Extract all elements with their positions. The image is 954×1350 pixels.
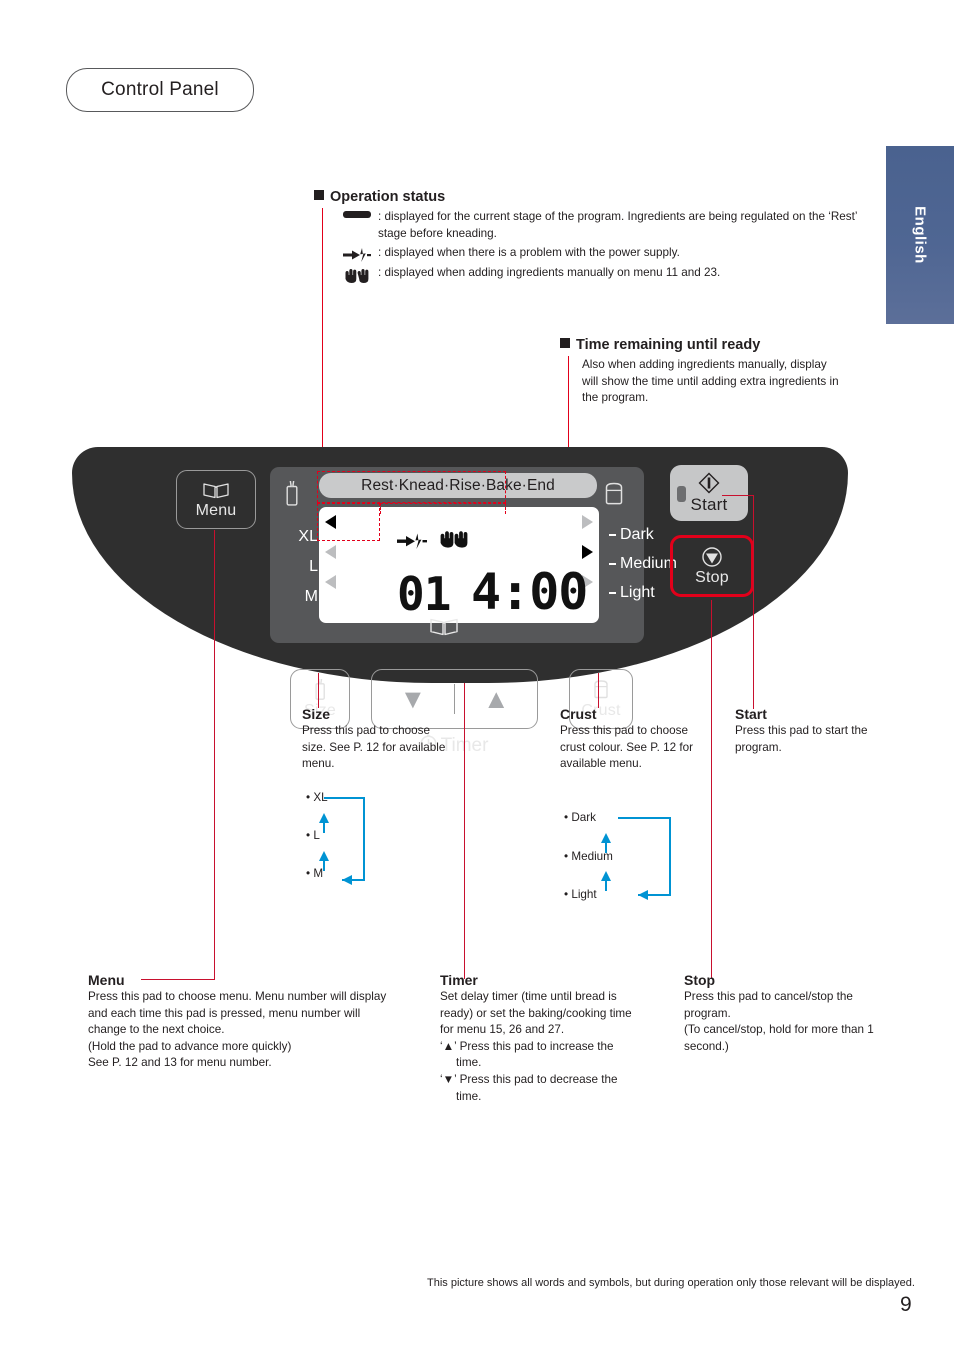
menu-annotation-title: Menu	[88, 972, 125, 988]
hands-icon	[336, 265, 378, 284]
stop-annotation-text: Press this pad to cancel/stop the progra…	[684, 990, 874, 1053]
highlight-box-stage	[317, 471, 506, 503]
progress-bar-icon	[336, 209, 378, 219]
start-annotation: Start Press this pad to start the progra…	[735, 706, 875, 756]
lcd-size-label-l: L	[270, 559, 327, 575]
menu-annotation: Menu Press this pad to choose menu. Menu…	[88, 972, 388, 1072]
highlight-box-time	[380, 503, 506, 514]
lcd-book-icon	[430, 617, 458, 641]
language-tab-label: English	[911, 206, 929, 264]
lcd-crust-labels: Dark Medium Light	[609, 527, 677, 614]
lcd-size-label-m: M	[270, 589, 327, 605]
bread-icon	[592, 680, 610, 700]
loaf-icon	[312, 678, 329, 700]
timer-up-label: ▲	[482, 683, 510, 714]
crust-cycle-arrows	[601, 817, 671, 900]
crust-annotation-title: Crust	[560, 706, 597, 722]
leader-line-timer	[464, 683, 466, 979]
lcd-size-labels: XL L M	[270, 529, 327, 619]
start-annotation-text: Press this pad to start the program.	[735, 724, 868, 754]
stop-annotation: Stop Press this pad to cancel/stop the p…	[684, 972, 884, 1055]
highlight-box-operation-status	[317, 503, 380, 541]
operation-status-item: : displayed for the current stage of the…	[336, 209, 874, 242]
leader-line-crust	[598, 673, 600, 708]
timer-annotation-up-line: ‘▲’ Press this pad to increase the time.	[440, 1039, 614, 1070]
leader-line-stop	[711, 600, 713, 979]
crust-bread-icon	[603, 481, 625, 512]
leader-line-start	[753, 495, 755, 709]
menu-button-label: Menu	[195, 502, 237, 519]
operation-status-block: Operation status : displayed for the cur…	[314, 188, 874, 285]
start-indicator-led	[677, 486, 686, 502]
page-title: Control Panel	[66, 68, 254, 112]
timer-annotation: Timer Set delay timer (time until bread …	[440, 972, 640, 1105]
size-annotation-text: Press this pad to choose size. See P. 12…	[302, 724, 446, 771]
crust-annotation: Crust Press this pad to choose crust col…	[560, 706, 700, 773]
lcd-menu-number: 01	[397, 567, 451, 621]
time-remaining-heading: Time remaining until ready	[560, 336, 860, 354]
stop-button[interactable]: Stop	[670, 535, 754, 597]
stop-annotation-title: Stop	[684, 972, 716, 988]
manual-page: Control Panel English Operation status :…	[0, 0, 954, 1350]
lcd-size-label-xl: XL	[270, 529, 327, 545]
start-button-label: Start	[690, 495, 728, 514]
crust-annotation-text: Press this pad to choose crust colour. S…	[560, 724, 693, 771]
lcd-crust-arrow-medium	[582, 545, 593, 559]
power-plug-indicator-icon	[397, 533, 429, 555]
start-button[interactable]: Start	[670, 465, 748, 521]
operation-status-item-text: : displayed for the current stage of the…	[378, 210, 858, 240]
leader-line-size	[318, 673, 320, 708]
start-annotation-title: Start	[735, 706, 767, 722]
time-remaining-block: Time remaining until ready Also when add…	[560, 336, 860, 407]
menu-button[interactable]: Menu	[176, 470, 256, 529]
bullet-square-icon	[560, 338, 570, 348]
stop-button-label: Stop	[695, 568, 729, 586]
timer-up-button[interactable]: ▲	[455, 683, 537, 714]
page-title-text: Control Panel	[101, 79, 219, 100]
leader-line-operation-status	[322, 208, 324, 470]
bullet-square-icon	[314, 190, 324, 200]
size-cycle-arrows	[319, 797, 365, 885]
control-panel: Menu Rest·Knead·Rise·Bake·End XL L M Dar…	[72, 447, 848, 756]
timer-annotation-down-line: ‘▼’ Press this pad to decrease the time.	[440, 1073, 618, 1103]
lcd-size-arrow-l	[325, 545, 336, 559]
leader-line-start-h	[722, 495, 754, 497]
operation-status-item-text: : displayed when there is a problem with…	[378, 245, 680, 259]
lcd-crust-label-light: Light	[609, 585, 677, 601]
page-number: 9	[900, 1293, 912, 1316]
lcd-time-value: 4:00	[471, 563, 588, 621]
time-remaining-text: Also when adding ingredients manually, d…	[582, 358, 839, 405]
lcd-crust-label-medium: Medium	[609, 556, 677, 572]
footer-note: This picture shows all words and symbols…	[427, 1277, 915, 1289]
size-annotation-title: Size	[302, 706, 331, 722]
lcd-crust-label-dark: Dark	[609, 527, 677, 543]
timer-annotation-text: Set delay timer (time until bread is rea…	[440, 990, 632, 1037]
leader-line-menu	[214, 530, 216, 979]
operation-status-item: : displayed when adding ingredients manu…	[336, 265, 874, 284]
start-diamond-icon	[698, 472, 720, 494]
power-plug-icon	[336, 245, 378, 263]
operation-status-heading: Operation status	[314, 188, 874, 206]
size-annotation: Size Press this pad to choose size. See …	[302, 706, 452, 773]
timer-annotation-title: Timer	[440, 972, 478, 988]
book-icon	[203, 480, 229, 500]
loaf-size-icon	[282, 479, 302, 512]
lcd-size-arrow-m	[325, 575, 336, 589]
hands-indicator-icon	[439, 529, 469, 554]
menu-annotation-text: Press this pad to choose menu. Menu numb…	[88, 990, 387, 1070]
operation-status-item-text: : displayed when adding ingredients manu…	[378, 265, 721, 279]
operation-status-item: : displayed when there is a problem with…	[336, 245, 874, 263]
stop-circle-icon	[701, 546, 723, 567]
lcd-crust-arrow-dark	[582, 515, 593, 529]
language-tab[interactable]: English	[886, 146, 954, 324]
